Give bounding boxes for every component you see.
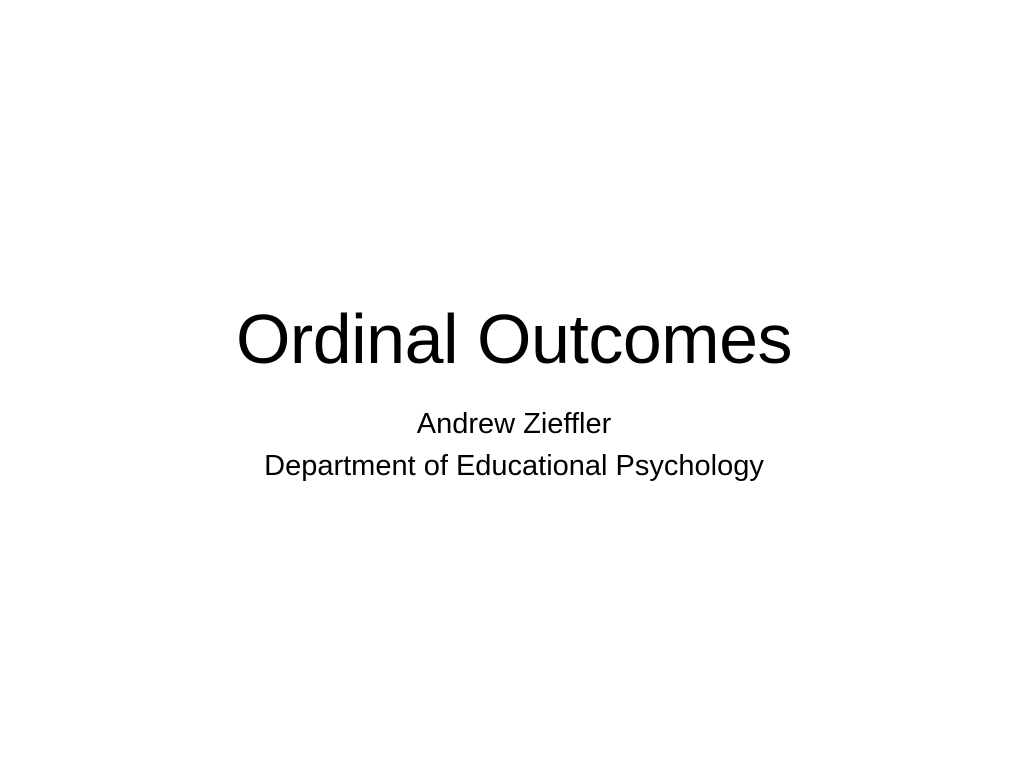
author-affiliation: Department of Educational Psychology (264, 450, 764, 482)
slide-title: Ordinal Outcomes (235, 300, 793, 378)
author-name: Andrew Zieffler (416, 408, 612, 440)
slide-subtitle: Andrew Zieffler Department of Educationa… (0, 403, 1028, 487)
